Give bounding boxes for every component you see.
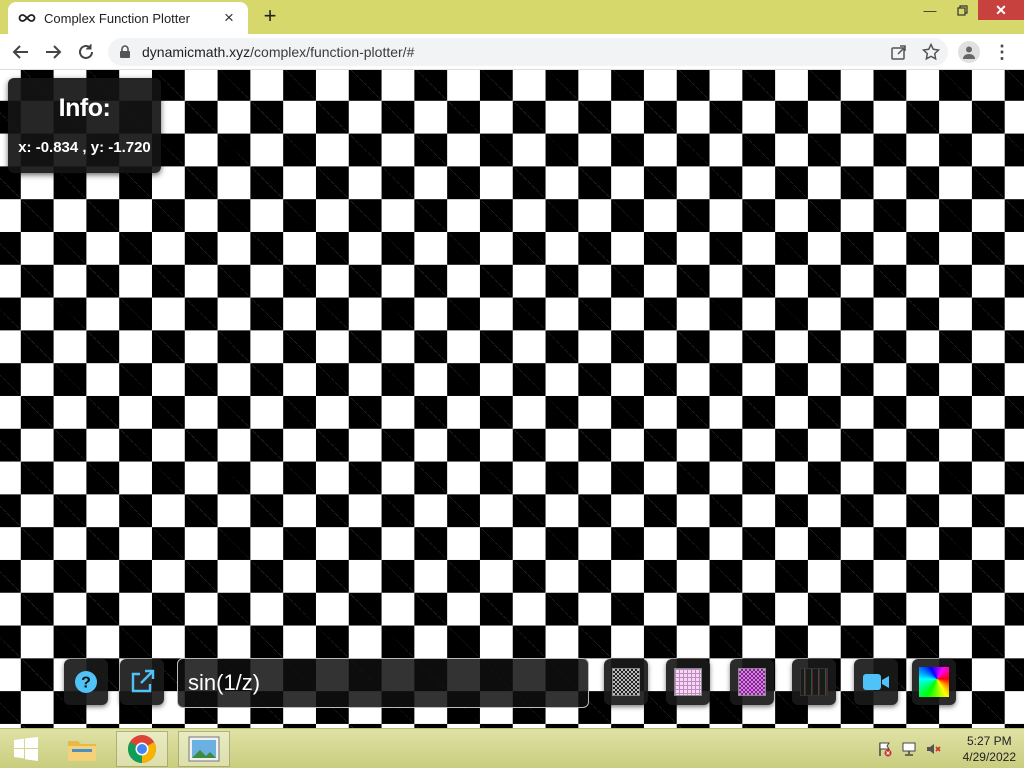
clock-date: 4/29/2022 bbox=[962, 750, 1016, 764]
system-tray: 5:27 PM 4/29/2022 bbox=[877, 729, 1016, 769]
info-title: Info: bbox=[58, 94, 111, 122]
browser-toolbar: dynamicmath.xyz/complex/function-plotter… bbox=[0, 34, 1024, 70]
purple-pattern-swatch-icon bbox=[738, 668, 766, 696]
window-controls: — ✕ bbox=[914, 0, 1024, 22]
cursor-coordinates: x: -0.834 , y: -1.720 bbox=[18, 139, 151, 156]
clock-time: 5:27 PM bbox=[966, 734, 1012, 748]
picture-icon bbox=[188, 736, 220, 762]
svg-text:?: ? bbox=[81, 675, 91, 692]
restore-icon[interactable] bbox=[946, 0, 978, 20]
menu-kebab-icon[interactable]: ⋮ bbox=[992, 42, 1012, 62]
reload-icon[interactable] bbox=[75, 41, 97, 63]
rainbow-swatch-icon bbox=[919, 667, 949, 697]
question-circle-icon: ? bbox=[75, 671, 97, 693]
start-button[interactable] bbox=[0, 731, 52, 767]
grey-checker-swatch-icon bbox=[612, 668, 640, 696]
share-icon[interactable] bbox=[890, 43, 908, 61]
action-center-flag-icon[interactable] bbox=[877, 741, 893, 757]
minimize-icon[interactable]: — bbox=[914, 0, 946, 20]
help-button[interactable]: ? bbox=[64, 659, 108, 705]
pink-grid-style-button[interactable] bbox=[666, 659, 710, 705]
pink-grid-swatch-icon bbox=[674, 668, 702, 696]
windows-taskbar: 5:27 PM 4/29/2022 bbox=[0, 728, 1024, 768]
close-window-icon[interactable]: ✕ bbox=[978, 0, 1024, 20]
lock-icon bbox=[120, 45, 130, 58]
speaker-muted-icon[interactable] bbox=[925, 741, 941, 757]
back-arrow-icon[interactable] bbox=[10, 41, 32, 63]
photo-viewer-taskbar-button[interactable] bbox=[178, 731, 230, 767]
checkerboard-style-button[interactable] bbox=[604, 659, 648, 705]
infinity-icon bbox=[18, 14, 36, 22]
browser-tab[interactable]: Complex Function Plotter × bbox=[8, 2, 248, 34]
taskbar-clock[interactable]: 5:27 PM 4/29/2022 bbox=[963, 733, 1016, 765]
network-icon[interactable] bbox=[901, 741, 917, 757]
folder-icon bbox=[68, 741, 96, 761]
browser-title-bar: Complex Function Plotter × + — ✕ bbox=[0, 0, 1024, 34]
purple-pattern-style-button[interactable] bbox=[730, 659, 774, 705]
file-explorer-taskbar-button[interactable] bbox=[56, 731, 108, 767]
function-input[interactable] bbox=[177, 658, 589, 708]
tab-title: Complex Function Plotter bbox=[44, 10, 190, 26]
video-camera-icon bbox=[863, 674, 889, 690]
tab-close-icon[interactable]: × bbox=[220, 9, 238, 27]
external-link-icon bbox=[131, 669, 155, 693]
dark-stripes-style-button[interactable] bbox=[792, 659, 836, 705]
profile-avatar-icon[interactable] bbox=[958, 41, 980, 63]
url-text: dynamicmath.xyz/complex/function-plotter… bbox=[142, 44, 415, 60]
dark-stripes-swatch-icon bbox=[800, 668, 828, 696]
chrome-taskbar-button[interactable] bbox=[116, 731, 168, 767]
color-wheel-style-button[interactable] bbox=[912, 659, 956, 705]
windows-logo-icon bbox=[14, 737, 38, 761]
chrome-icon bbox=[128, 735, 156, 763]
address-bar[interactable]: dynamicmath.xyz/complex/function-plotter… bbox=[108, 38, 948, 66]
new-tab-button[interactable]: + bbox=[258, 4, 282, 28]
record-video-button[interactable] bbox=[854, 659, 898, 705]
bookmark-star-icon[interactable] bbox=[922, 43, 940, 61]
open-external-button[interactable] bbox=[120, 659, 164, 705]
info-panel: Info: x: -0.834 , y: -1.720 bbox=[8, 78, 161, 173]
forward-arrow-icon[interactable] bbox=[42, 41, 64, 63]
